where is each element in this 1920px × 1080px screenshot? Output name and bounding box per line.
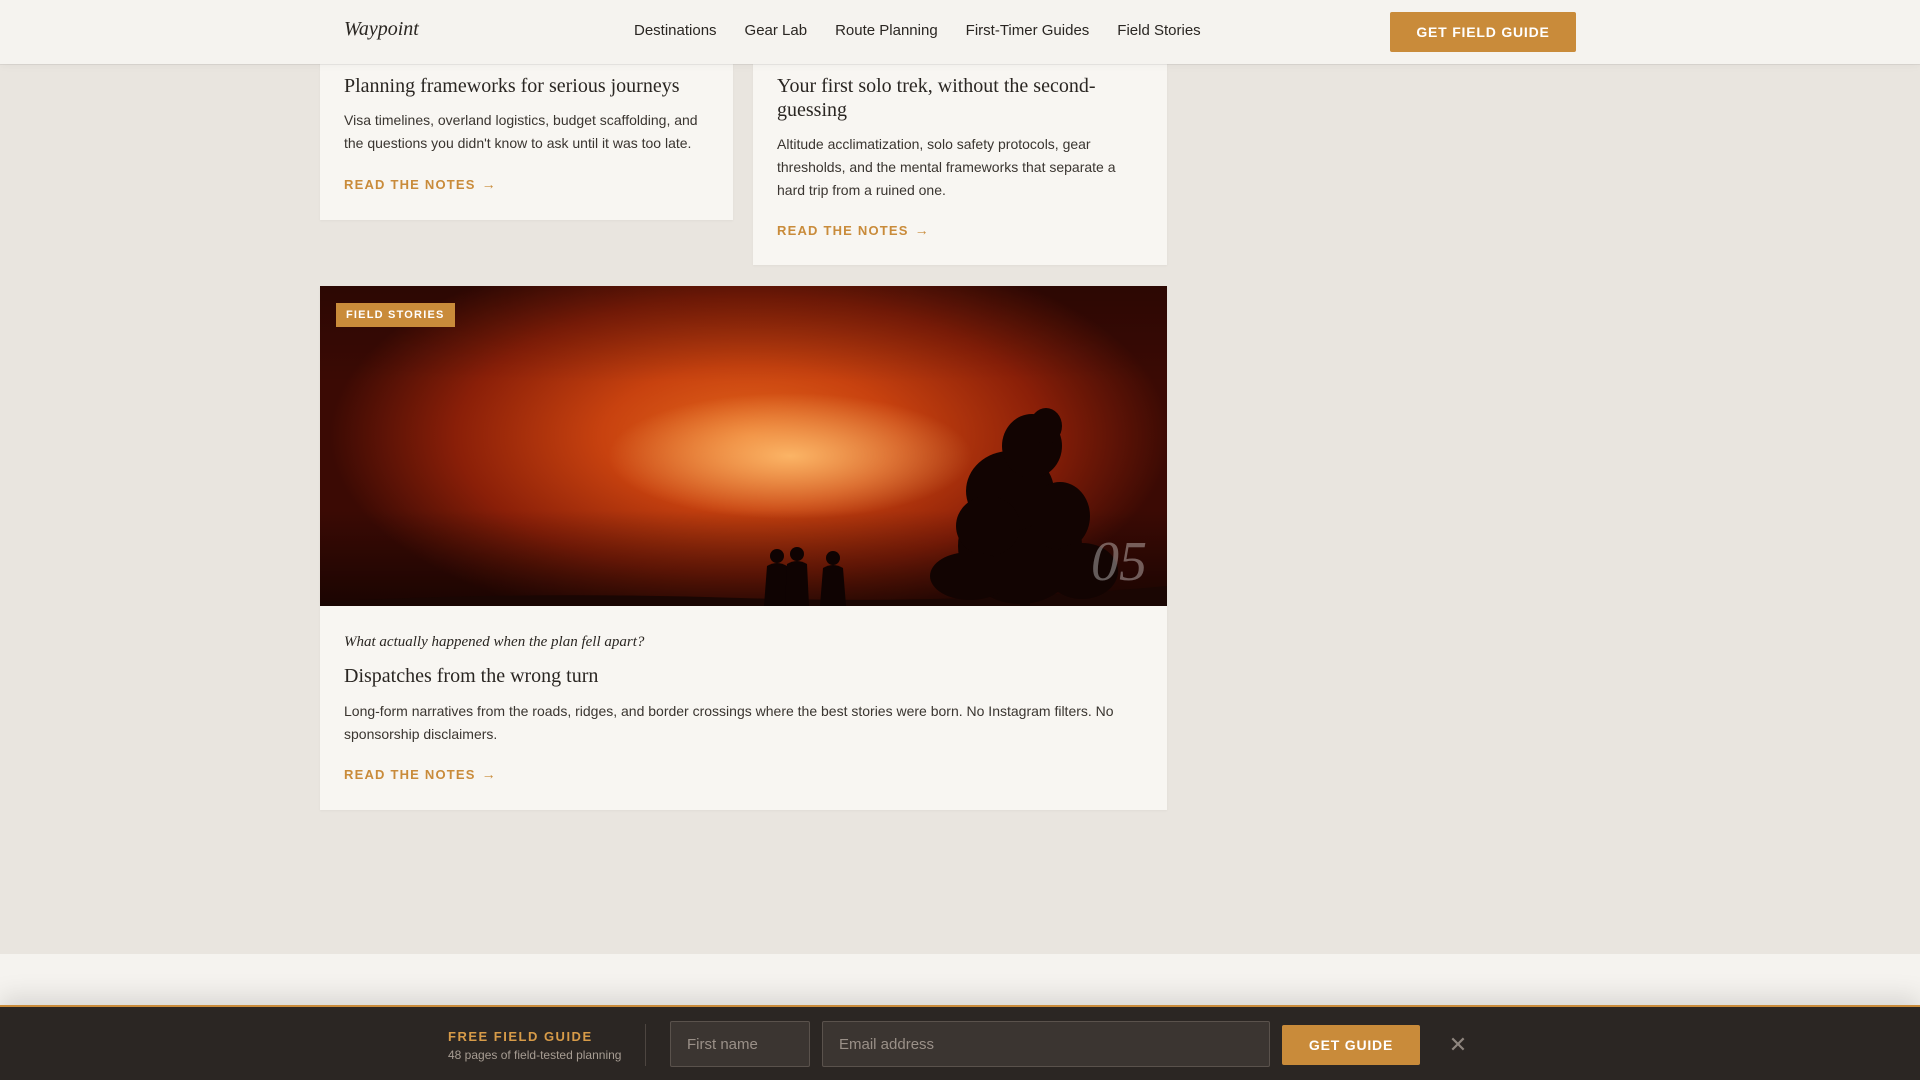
arrow-right-icon: → [481,766,497,782]
card-title: Dispatches from the wrong turn [344,665,599,687]
first-name-input[interactable] [670,1021,810,1067]
card-title: Planning frameworks for serious journeys [344,75,680,97]
main-nav: Destinations Gear Lab Route Planning Fir… [634,22,1229,39]
divider [645,1024,646,1066]
close-icon[interactable]: ✕ [1448,1033,1468,1057]
category-badge: FIELD STORIES [336,303,455,327]
hero-image-sunset-silhouettes[interactable]: FIELD STORIES 05 [320,286,1167,606]
read-the-notes-link[interactable]: READ THE NOTES → [344,766,497,782]
nav-gear-lab[interactable]: Gear Lab [745,22,808,39]
feature-card-field-stories: FIELD STORIES 05 What actually happened … [320,286,1167,810]
email-input[interactable] [822,1021,1270,1067]
nav-first-timer-guides[interactable]: First-Timer Guides [966,22,1090,39]
read-link-label: READ THE NOTES [344,176,476,192]
silhouette-illustration [320,408,1167,606]
site-header: Waypoint Destinations Gear Lab Route Pla… [0,0,1920,64]
card-description: Long-form narratives from the roads, rid… [344,703,1114,742]
arrow-right-icon: → [481,176,497,192]
card-description: Altitude acclimatization, solo safety pr… [777,136,1116,198]
card-title: Your first solo trek, without the second… [777,75,1096,121]
card-kicker: What actually happened when the plan fel… [344,634,645,650]
read-link-label: READ THE NOTES [777,222,909,238]
nav-route-planning[interactable]: Route Planning [835,22,938,39]
article-card-solo-trek: Your first solo trek, without the second… [753,40,1167,265]
site-logo[interactable]: Waypoint [344,18,419,41]
signup-title: FREE FIELD GUIDE [448,1029,593,1044]
nav-field-stories[interactable]: Field Stories [1117,22,1200,39]
signup-subtitle: 48 pages of field-tested planning [448,1048,622,1062]
nav-destinations[interactable]: Destinations [634,22,717,39]
get-field-guide-button[interactable]: GET FIELD GUIDE [1390,12,1576,52]
read-the-notes-link[interactable]: READ THE NOTES → [344,176,497,192]
sticky-signup-bar: FREE FIELD GUIDE 48 pages of field-teste… [0,1005,1920,1080]
feature-number: 05 [1091,531,1147,593]
article-card-planning: Planning frameworks for serious journeys… [320,40,733,220]
read-the-notes-link[interactable]: READ THE NOTES → [777,222,930,238]
get-guide-button[interactable]: GET GUIDE [1282,1025,1420,1065]
card-description: Visa timelines, overland logistics, budg… [344,112,698,151]
arrow-right-icon: → [914,222,930,238]
read-link-label: READ THE NOTES [344,766,476,782]
page: Waypoint Destinations Gear Lab Route Pla… [0,0,1920,1080]
